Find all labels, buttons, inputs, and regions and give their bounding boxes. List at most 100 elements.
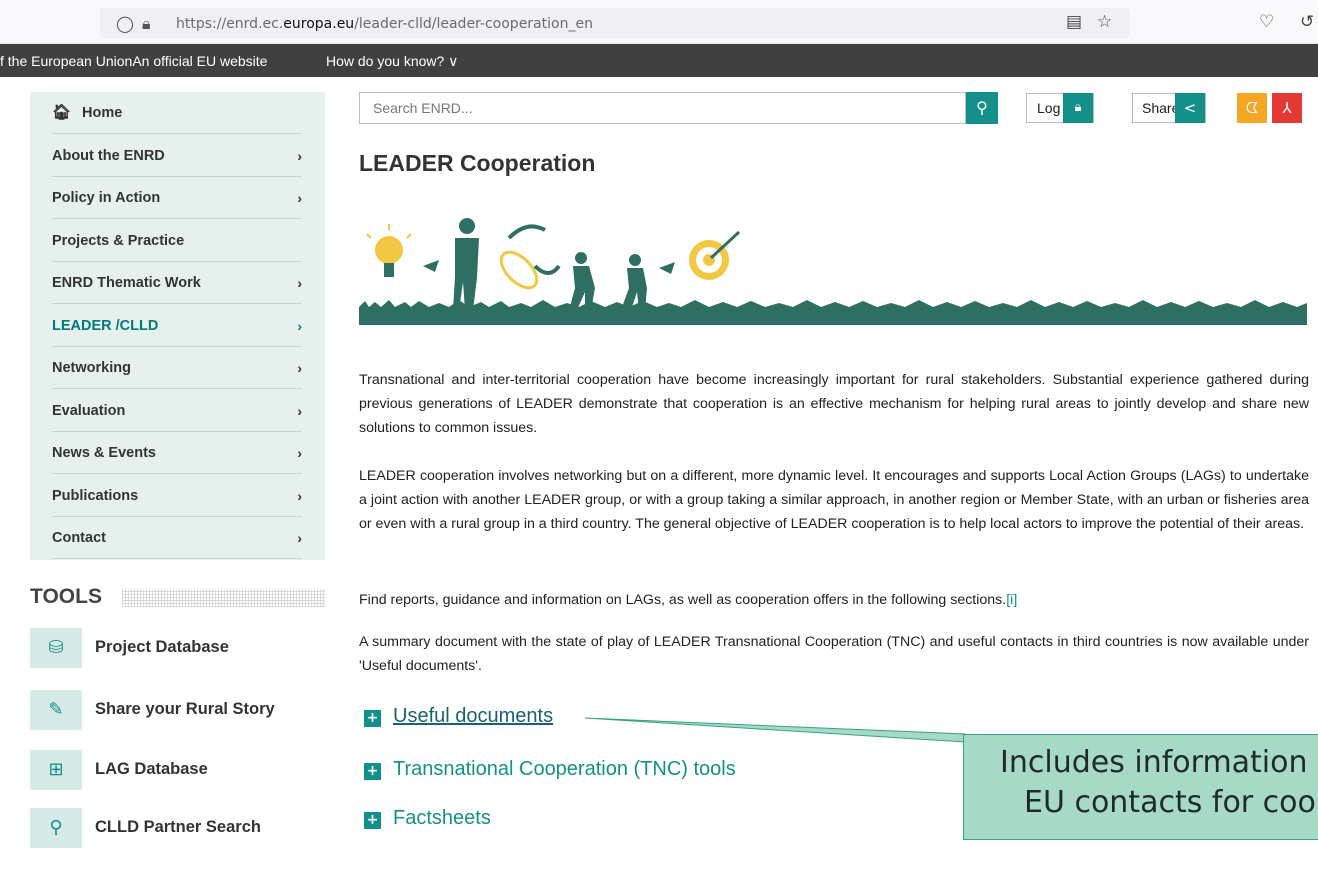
sidebar-item-leader-clld[interactable]: LEADER /CLLD › [52,305,302,347]
sidebar-item-label: Home [82,105,123,121]
page-title: LEADER Cooperation [359,150,596,176]
database-icon: ⛁ [30,628,82,668]
url-domain: europa.eu [283,16,355,32]
sidebar-item-evaluation[interactable]: Evaluation › [52,390,302,432]
callout-pointer [585,717,966,743]
chevron-right-icon: › [297,403,302,419]
sidebar-item-label: About the ENRD [52,148,165,164]
share-button[interactable]: Share < [1132,93,1206,123]
browser-toolbar: ◯ 🔒︎ https://enrd.ec.europa.eu/leader-cl… [0,0,1318,44]
arrow-mark-2 [659,262,675,274]
chevron-right-icon: › [297,190,302,206]
cooperation-paragraph: LEADER cooperation involves networking b… [359,468,1309,532]
login-button[interactable]: Log in 🔒︎ [1026,93,1094,123]
tool-clld-partner-search[interactable]: ⚲ CLLD Partner Search [30,808,325,848]
chevron-right-icon: › [297,530,302,546]
search-button[interactable]: ⚲ [966,92,998,124]
sidebar-item-publications[interactable]: Publications › [52,475,302,517]
tools-heading-pattern [122,589,325,607]
shield-icon[interactable]: ◯ [116,14,134,33]
search-input[interactable] [360,93,965,123]
summary-paragraph: A summary document with the state of pla… [359,634,1309,674]
tool-lag-database[interactable]: ⊞ LAG Database [30,750,325,790]
sidebar-menu: 🏠︎ Home About the ENRD › Policy in Action ›… [30,92,325,560]
swoosh-top [507,224,546,240]
find-text: Find reports, guidance and information o… [359,592,1007,608]
chevron-right-icon: › [297,318,302,334]
chevron-right-icon: › [297,445,302,461]
callout-text: Includes information EU contacts for coo… [1000,743,1318,823]
adult-figure [453,238,479,310]
plus-icon: + [364,710,381,727]
sidebar-item-news-events[interactable]: News & Events › [52,432,302,474]
bookmark-star-icon[interactable]: ☆ [1097,12,1112,32]
lightbulb-rays [366,224,412,239]
pdf-icon: ⅄ [1282,99,1292,117]
sidebar-item-label: Projects & Practice [52,233,185,249]
share-icon: < [1175,93,1205,123]
accordion-label: Factsheets [393,807,491,829]
callout-line-2: EU contacts for coop [1024,785,1318,820]
eu-official-bar: f the European UnionAn official EU websi… [0,44,1318,77]
tool-label: Project Database [95,638,229,656]
sidebar-item-projects-practice[interactable]: Projects & Practice [52,220,302,262]
sidebar-item-networking[interactable]: Networking › [52,347,302,389]
accordion-label: Useful documents [393,705,554,727]
lightbulb-base [384,263,394,277]
plus-icon: + [364,812,381,829]
sidebar-item-label: LEADER /CLLD [52,318,159,334]
lock-icon[interactable]: 🔒︎ [142,14,151,34]
sidebar-item-policy-in-action[interactable]: Policy in Action › [52,177,302,219]
tool-label: CLLD Partner Search [95,818,261,836]
reader-view-icon[interactable]: ▤ [1066,12,1082,32]
plus-icon: + [364,763,381,780]
find-paragraph: Find reports, guidance and information o… [359,588,1309,612]
child1-head [575,252,587,264]
pocket-icon[interactable]: ♡ [1259,12,1274,32]
sidebar-item-contact[interactable]: Contact › [52,517,302,559]
share-label: Share [1142,100,1180,116]
swoosh-bottom [533,264,561,275]
arrow-mark [423,260,439,272]
child1-figure [569,266,595,310]
url-text[interactable]: https://enrd.ec.europa.eu/leader-clld/le… [176,16,593,32]
tool-share-your-rural-story[interactable]: ✎ Share your Rural Story [30,690,325,730]
chat-icon: ✎ [30,690,82,730]
child2-head [629,254,641,266]
search-box [359,92,966,124]
eu-official-text: f the European UnionAn official EU websi… [0,53,268,69]
chevron-right-icon: › [297,275,302,291]
chevron-right-icon: › [297,148,302,164]
sidebar-item-label: Evaluation [52,403,126,419]
child2-figure [621,268,647,310]
chevron-right-icon: › [297,360,302,376]
sidebar-item-label: Contact [52,530,106,546]
sidebar-item-about-the-enrd[interactable]: About the ENRD › [52,135,302,177]
pdf-button[interactable]: ⅄ [1272,93,1302,123]
intro-paragraph: Transnational and inter-territorial coop… [359,372,1309,436]
sidebar-item-label: Policy in Action [52,190,161,206]
how-do-you-know-link[interactable]: How do you know? ∨ [326,53,458,70]
file-plus-icon: ⊞ [30,750,82,790]
search-icon: ⚲ [976,98,988,117]
url-suffix: /leader-clld/leader-cooperation_en [354,16,593,32]
chevron-right-icon: › [297,488,302,504]
tool-label: LAG Database [95,760,208,778]
grass-blades [359,300,1307,310]
history-icon[interactable]: ↺ [1300,12,1314,32]
rss-button[interactable]: ᗧ [1237,93,1267,123]
tool-project-database[interactable]: ⛁ Project Database [30,628,325,668]
rss-icon: ᗧ [1245,99,1259,117]
sidebar-item-home[interactable]: 🏠︎ Home [52,92,302,134]
callout-line-1: Includes information [1000,745,1308,780]
lock-icon: 🔒︎ [1063,93,1093,123]
tools-heading: TOOLS [30,585,102,608]
lightbulb [375,236,403,264]
home-icon: 🏠︎ [52,103,72,121]
adult-head [459,218,475,234]
sidebar-item-label: ENRD Thematic Work [52,275,201,291]
footnote-link[interactable]: [i] [1006,592,1017,608]
accordion-label: Transnational Cooperation (TNC) tools [393,758,736,780]
sidebar-item-enrd-thematic-work[interactable]: ENRD Thematic Work › [52,262,302,304]
url-prefix: https://enrd.ec. [176,16,284,32]
